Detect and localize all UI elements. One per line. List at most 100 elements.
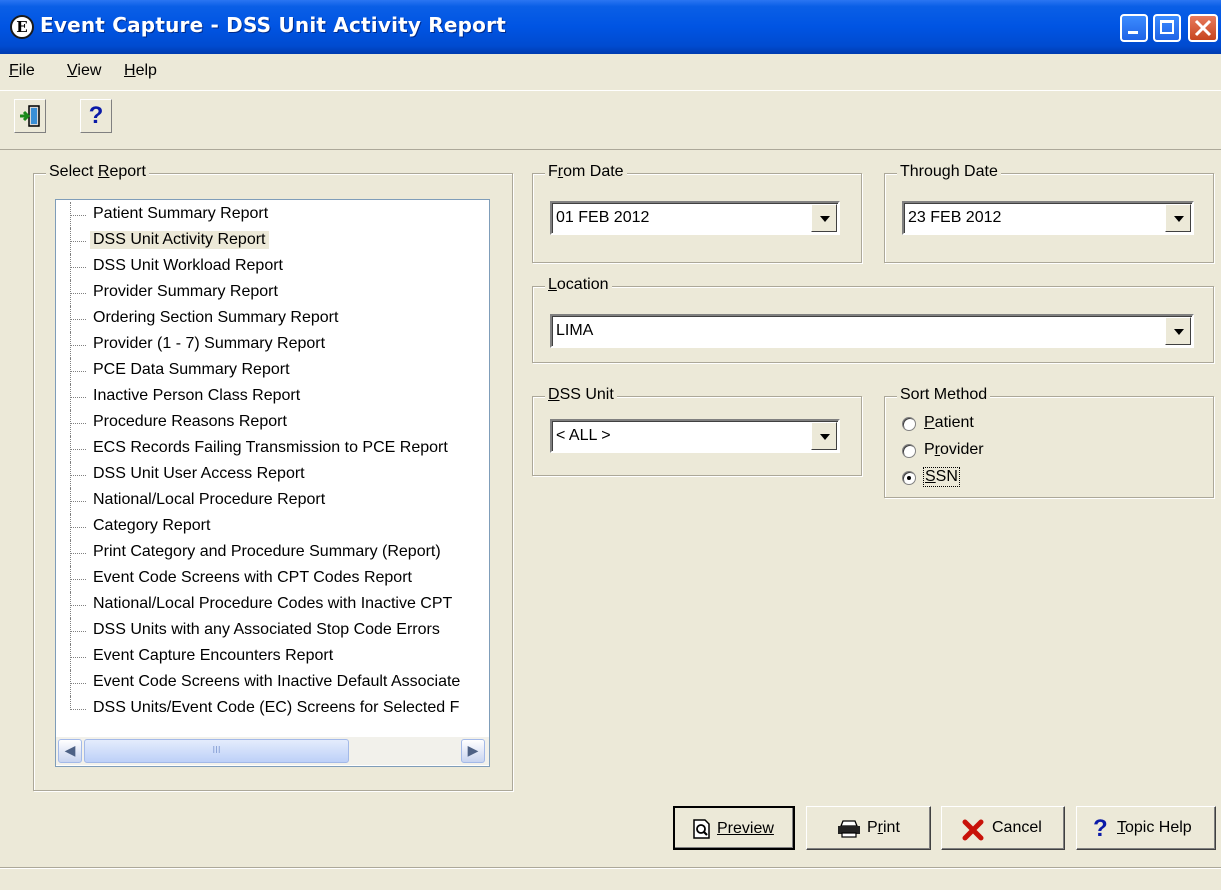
location-combo[interactable]: LIMA <box>550 314 1194 348</box>
dss-unit-combo[interactable]: < ALL > <box>550 419 840 453</box>
report-tree-item-label: PCE Data Summary Report <box>93 361 290 378</box>
topic-help-button-label: Topic Help <box>1117 819 1192 836</box>
menu-bar: File View Help <box>0 54 1221 90</box>
print-button[interactable]: Print <box>806 806 931 850</box>
app-window: E Event Capture - DSS Unit Activity Repo… <box>0 0 1221 890</box>
tree-branch-line <box>70 449 86 450</box>
preview-button[interactable]: Preview <box>673 806 795 850</box>
report-tree-item-label: Category Report <box>93 517 211 534</box>
exit-toolbar-button[interactable] <box>14 99 46 133</box>
menu-view[interactable]: View <box>67 62 101 80</box>
minimize-icon <box>1128 31 1138 34</box>
toolbar: ? <box>0 90 1221 150</box>
menu-file[interactable]: File <box>9 62 35 80</box>
from-date-dropdown-icon[interactable] <box>811 204 837 232</box>
report-tree-item[interactable]: Patient Summary Report <box>56 202 489 228</box>
report-tree-item-label: Event Capture Encounters Report <box>93 647 334 664</box>
scroll-thumb[interactable]: III <box>84 739 349 763</box>
report-tree-item[interactable]: Event Code Screens with Inactive Default… <box>56 670 489 696</box>
scroll-left-button[interactable]: ◀ <box>58 739 82 763</box>
report-tree-item[interactable]: DSS Units with any Associated Stop Code … <box>56 618 489 644</box>
select-report-label: Select Report <box>46 163 149 181</box>
report-tree-item[interactable]: National/Local Procedure Codes with Inac… <box>56 592 489 618</box>
topic-help-button[interactable]: ? Topic Help <box>1076 806 1216 850</box>
report-tree-item[interactable]: National/Local Procedure Report <box>56 488 489 514</box>
location-label: Location <box>545 276 612 294</box>
help-toolbar-button[interactable]: ? <box>80 99 112 133</box>
through-date-combo[interactable]: 23 FEB 2012 <box>902 201 1194 235</box>
tree-branch-line <box>70 605 86 606</box>
report-tree-item-label: DSS Units/Event Code (EC) Screens for Se… <box>93 699 460 716</box>
report-tree-item[interactable]: DSS Unit User Access Report <box>56 462 489 488</box>
tree-branch-line <box>70 371 86 372</box>
dss-unit-dropdown-icon[interactable] <box>811 422 837 450</box>
report-tree-item[interactable]: DSS Unit Activity Report <box>56 228 489 254</box>
tree-connector-line <box>70 696 86 710</box>
report-tree-item-label: DSS Unit User Access Report <box>93 465 305 482</box>
help-icon: ? <box>88 102 104 129</box>
tree-branch-line <box>70 709 86 710</box>
chevron-left-icon: ◀ <box>64 743 76 759</box>
report-tree-item[interactable]: Provider Summary Report <box>56 280 489 306</box>
report-tree-item[interactable]: DSS Unit Workload Report <box>56 254 489 280</box>
report-tree-item-label: National/Local Procedure Codes with Inac… <box>93 595 453 612</box>
exit-door-icon <box>20 105 40 127</box>
preview-button-label: Preview <box>717 820 774 837</box>
dss-unit-value: < ALL > <box>556 427 611 444</box>
title-bar[interactable]: E Event Capture - DSS Unit Activity Repo… <box>0 0 1221 54</box>
report-tree-item-label: Provider Summary Report <box>93 283 278 300</box>
close-button[interactable] <box>1188 14 1218 42</box>
report-tree-item-label: Provider (1 - 7) Summary Report <box>93 335 326 352</box>
chevron-right-icon: ▶ <box>467 743 479 759</box>
report-tree-item[interactable]: Category Report <box>56 514 489 540</box>
report-tree-item[interactable]: DSS Units/Event Code (EC) Screens for Se… <box>56 696 489 722</box>
tree-branch-line <box>70 631 86 632</box>
scroll-right-button[interactable]: ▶ <box>461 739 485 763</box>
horizontal-scrollbar[interactable]: ◀ III ▶ <box>56 737 489 765</box>
report-tree-item[interactable]: PCE Data Summary Report <box>56 358 489 384</box>
report-tree-item-label: Ordering Section Summary Report <box>93 309 339 326</box>
report-tree-item-label: ECS Records Failing Transmission to PCE … <box>93 439 448 456</box>
report-tree-item-label: Patient Summary Report <box>93 205 269 222</box>
through-date-dropdown-icon[interactable] <box>1165 204 1191 232</box>
minimize-button[interactable] <box>1120 14 1148 42</box>
maximize-icon <box>1160 20 1174 34</box>
from-date-value: 01 FEB 2012 <box>556 209 650 226</box>
report-tree-item-label: Event Code Screens with CPT Codes Report <box>93 569 412 586</box>
dss-unit-label: DSS Unit <box>545 386 617 404</box>
report-tree-item-label: DSS Unit Activity Report <box>90 231 269 249</box>
report-tree-item[interactable]: Provider (1 - 7) Summary Report <box>56 332 489 358</box>
report-tree-item-label: Print Category and Procedure Summary (Re… <box>93 543 441 560</box>
report-tree[interactable]: Patient Summary Report DSS Unit Activity … <box>55 199 490 767</box>
report-tree-item[interactable]: Event Code Screens with CPT Codes Report <box>56 566 489 592</box>
app-icon: E <box>10 15 34 39</box>
cancel-button[interactable]: Cancel <box>941 806 1065 850</box>
report-tree-item[interactable]: Event Capture Encounters Report <box>56 644 489 670</box>
sort-provider-label: Provider <box>924 441 984 458</box>
radio-unchecked-icon <box>902 444 916 458</box>
printer-icon <box>838 820 860 838</box>
report-tree-item[interactable]: Print Category and Procedure Summary (Re… <box>56 540 489 566</box>
tree-branch-line <box>70 683 86 684</box>
tree-branch-line <box>70 241 86 242</box>
menu-help[interactable]: Help <box>124 62 157 80</box>
tree-branch-line <box>70 397 86 398</box>
tree-branch-line <box>70 501 86 502</box>
print-button-label: Print <box>867 819 900 836</box>
report-tree-item-label: Procedure Reasons Report <box>93 413 287 430</box>
from-date-combo[interactable]: 01 FEB 2012 <box>550 201 840 235</box>
location-dropdown-icon[interactable] <box>1165 317 1191 345</box>
from-date-label: From Date <box>545 163 627 181</box>
report-tree-item[interactable]: Ordering Section Summary Report <box>56 306 489 332</box>
report-tree-item-label: DSS Units with any Associated Stop Code … <box>93 621 440 638</box>
close-icon <box>1194 19 1212 37</box>
tree-branch-line <box>70 579 86 580</box>
report-tree-item[interactable]: Procedure Reasons Report <box>56 410 489 436</box>
report-tree-item[interactable]: ECS Records Failing Transmission to PCE … <box>56 436 489 462</box>
radio-checked-icon <box>902 471 916 485</box>
report-tree-item[interactable]: Inactive Person Class Report <box>56 384 489 410</box>
report-tree-item-label: National/Local Procedure Report <box>93 491 326 508</box>
tree-branch-line <box>70 475 86 476</box>
maximize-button[interactable] <box>1153 14 1181 42</box>
status-bar <box>0 867 1221 890</box>
